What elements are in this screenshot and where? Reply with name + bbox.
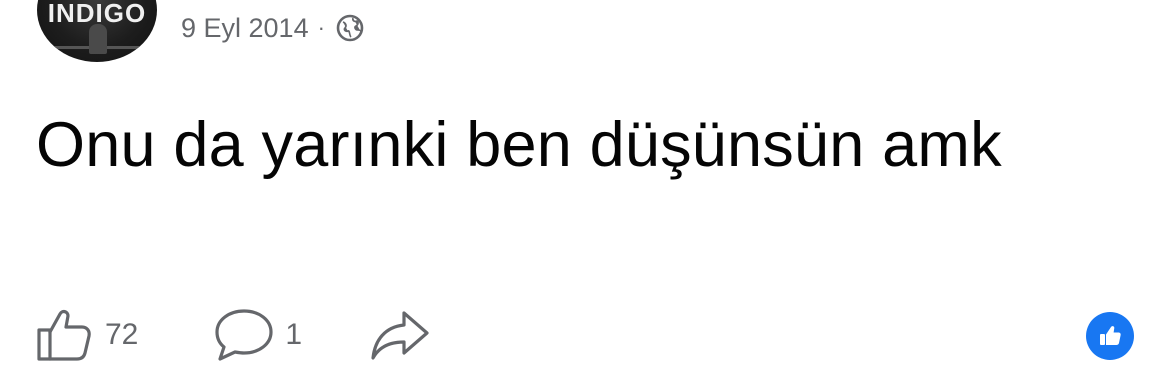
share-arrow-icon (370, 309, 430, 361)
comment-button[interactable]: 1 (214, 308, 302, 362)
like-button[interactable]: 72 (36, 308, 138, 362)
meta-separator: · (317, 15, 325, 40)
like-count: 72 (105, 318, 139, 351)
thumbs-up-outline-icon (36, 308, 94, 362)
like-reaction-icon[interactable] (1086, 312, 1134, 360)
avatar-figure (89, 24, 107, 54)
post-card: INDIGO 9 Eyl 2014 · Onu da yarınki ben d… (0, 0, 1169, 389)
comment-count: 1 (285, 318, 303, 351)
author-avatar[interactable]: INDIGO (37, 0, 157, 62)
post-meta: 9 Eyl 2014 · (181, 12, 365, 44)
speech-bubble-icon (214, 308, 274, 362)
post-actions: 72 1 (36, 307, 430, 363)
share-button[interactable] (370, 309, 430, 361)
post-text: Onu da yarınki ben düşünsün amk (36, 110, 1002, 180)
post-date[interactable]: 9 Eyl 2014 (181, 13, 309, 44)
globe-icon[interactable] (335, 13, 365, 43)
